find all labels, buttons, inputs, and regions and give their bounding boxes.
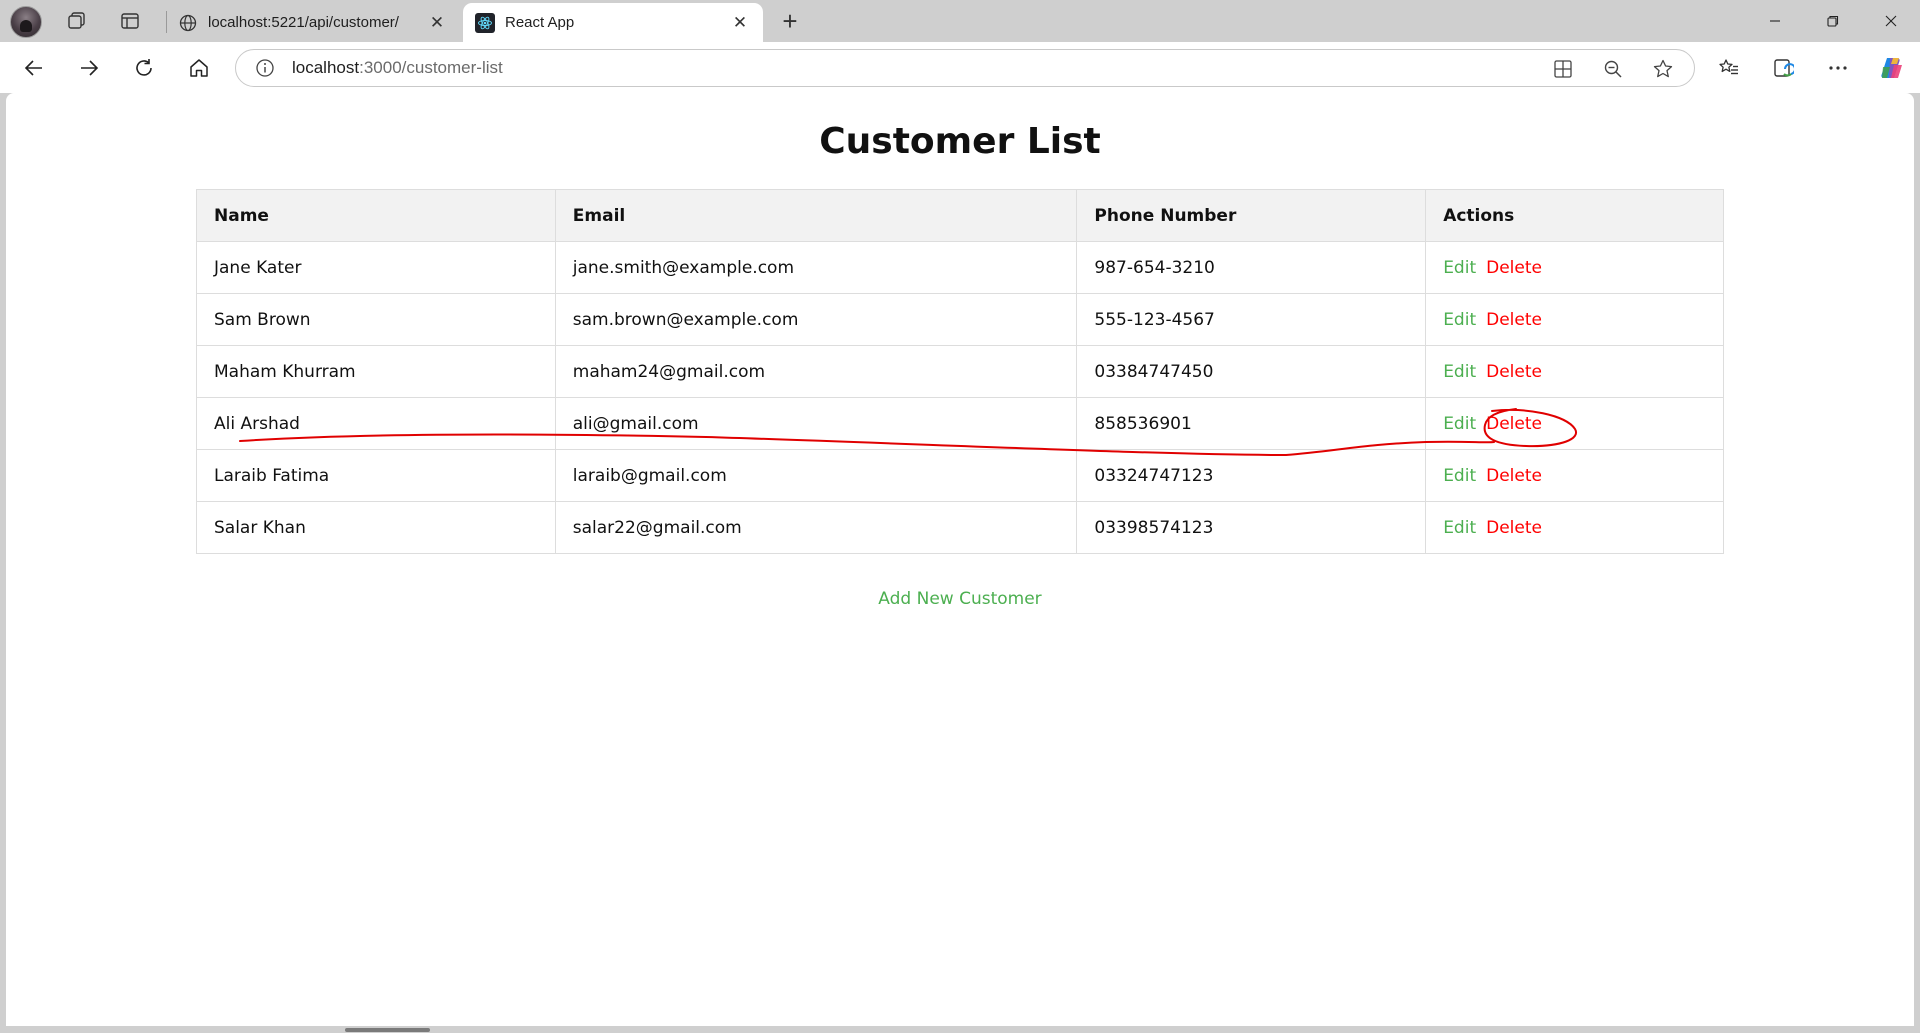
column-header-phone: Phone Number — [1076, 189, 1427, 242]
customer-email: maham24@gmail.com — [554, 345, 1078, 398]
edit-link[interactable]: Edit — [1443, 466, 1476, 486]
table-row: Jane Kater jane.smith@example.com 987-65… — [196, 241, 1724, 294]
page-viewport: Customer List Name Email Phone Number Ac… — [6, 93, 1914, 1026]
workspaces-icon[interactable] — [62, 6, 92, 36]
edit-link[interactable]: Edit — [1443, 310, 1476, 330]
address-url: localhost:3000/customer-list — [292, 58, 503, 78]
address-bar[interactable]: localhost:3000/customer-list — [235, 49, 1695, 87]
tab-strip: localhost:5221/api/customer/ ✕ React App… — [0, 0, 1920, 42]
tab-title: localhost:5221/api/customer/ — [208, 14, 399, 31]
table-row: Ali Arshad ali@gmail.com 858536901 Edit D… — [196, 397, 1724, 450]
customer-email: ali@gmail.com — [554, 397, 1078, 450]
customer-name: Ali Arshad — [196, 397, 556, 450]
customer-name: Salar Khan — [196, 501, 556, 554]
close-tab-icon[interactable]: ✕ — [426, 12, 448, 34]
delete-link[interactable]: Delete — [1486, 362, 1542, 382]
table-header-row: Name Email Phone Number Actions — [196, 189, 1724, 242]
customer-phone: 03398574123 — [1076, 501, 1427, 554]
edit-link[interactable]: Edit — [1443, 258, 1476, 278]
globe-icon — [178, 13, 198, 33]
delete-link[interactable]: Delete — [1486, 414, 1542, 434]
customer-phone: 555-123-4567 — [1076, 293, 1427, 346]
edit-link[interactable]: Edit — [1443, 518, 1476, 538]
column-header-name: Name — [196, 189, 556, 242]
table-row: Maham Khurram maham24@gmail.com 03384747… — [196, 345, 1724, 398]
customer-email: sam.brown@example.com — [554, 293, 1078, 346]
close-window-icon[interactable] — [1862, 0, 1920, 42]
browser-toolbar: localhost:3000/customer-list — [0, 42, 1920, 93]
add-new-customer-link[interactable]: Add New Customer — [878, 589, 1041, 609]
customer-phone: 03324747123 — [1076, 449, 1427, 502]
back-icon[interactable] — [16, 50, 52, 86]
url-host: localhost — [292, 58, 360, 77]
page-title: Customer List — [819, 121, 1101, 162]
edit-link[interactable]: Edit — [1443, 414, 1476, 434]
taskbar-strip — [0, 1026, 1920, 1033]
add-customer-row: Add New Customer — [6, 589, 1914, 609]
customer-table: Name Email Phone Number Actions Jane Kat… — [196, 189, 1724, 554]
row-actions: Edit Delete — [1425, 345, 1724, 398]
close-tab-icon[interactable]: ✕ — [729, 12, 751, 34]
delete-link[interactable]: Delete — [1486, 466, 1542, 486]
home-icon[interactable] — [181, 50, 217, 86]
table-row: Laraib Fatima laraib@gmail.com 033247471… — [196, 449, 1724, 502]
zoom-icon[interactable] — [1602, 58, 1624, 80]
tab-api-customer[interactable]: localhost:5221/api/customer/ ✕ — [166, 3, 460, 42]
app-available-icon[interactable] — [1552, 58, 1574, 80]
row-actions: Edit Delete — [1425, 449, 1724, 502]
edit-link[interactable]: Edit — [1443, 362, 1476, 382]
row-actions: Edit Delete — [1425, 241, 1724, 294]
minimize-icon[interactable] — [1746, 0, 1804, 42]
row-actions: Edit Delete — [1425, 293, 1724, 346]
customer-name: Sam Brown — [196, 293, 556, 346]
forward-icon[interactable] — [71, 50, 107, 86]
tab-title: React App — [505, 14, 575, 31]
site-info-icon[interactable] — [254, 57, 276, 79]
new-tab-icon[interactable]: + — [775, 6, 805, 36]
table-row: Salar Khan salar22@gmail.com 03398574123… — [196, 501, 1724, 554]
refresh-icon[interactable] — [126, 50, 162, 86]
react-icon — [475, 12, 495, 33]
scroll-thumb[interactable] — [345, 1028, 430, 1032]
favorites-icon[interactable] — [1711, 50, 1747, 86]
customer-email: laraib@gmail.com — [554, 449, 1078, 502]
browser-essentials-icon[interactable] — [1765, 50, 1801, 86]
row-actions: Edit Delete — [1425, 501, 1724, 554]
customer-name: Laraib Fatima — [196, 449, 556, 502]
row-actions: Edit Delete — [1425, 397, 1724, 450]
customer-name: Maham Khurram — [196, 345, 556, 398]
profile-avatar[interactable] — [10, 6, 42, 38]
customer-phone: 03384747450 — [1076, 345, 1427, 398]
more-options-icon[interactable] — [1820, 50, 1856, 86]
column-header-email: Email — [554, 189, 1078, 242]
url-path: :3000/customer-list — [359, 58, 503, 77]
column-header-actions: Actions — [1425, 189, 1724, 242]
delete-link[interactable]: Delete — [1486, 258, 1542, 278]
delete-link[interactable]: Delete — [1486, 518, 1542, 538]
favorite-star-icon[interactable] — [1652, 58, 1674, 80]
tab-react-app[interactable]: React App ✕ — [463, 3, 763, 42]
restore-icon[interactable] — [1804, 0, 1862, 42]
tab-actions-icon[interactable] — [115, 6, 145, 36]
customer-phone: 858536901 — [1076, 397, 1427, 450]
customer-email: salar22@gmail.com — [554, 501, 1078, 554]
customer-phone: 987-654-3210 — [1076, 241, 1427, 294]
copilot-icon[interactable] — [1874, 50, 1910, 86]
customer-name: Jane Kater — [196, 241, 556, 294]
table-row: Sam Brown sam.brown@example.com 555-123-… — [196, 293, 1724, 346]
customer-email: jane.smith@example.com — [554, 241, 1078, 294]
delete-link[interactable]: Delete — [1486, 310, 1542, 330]
